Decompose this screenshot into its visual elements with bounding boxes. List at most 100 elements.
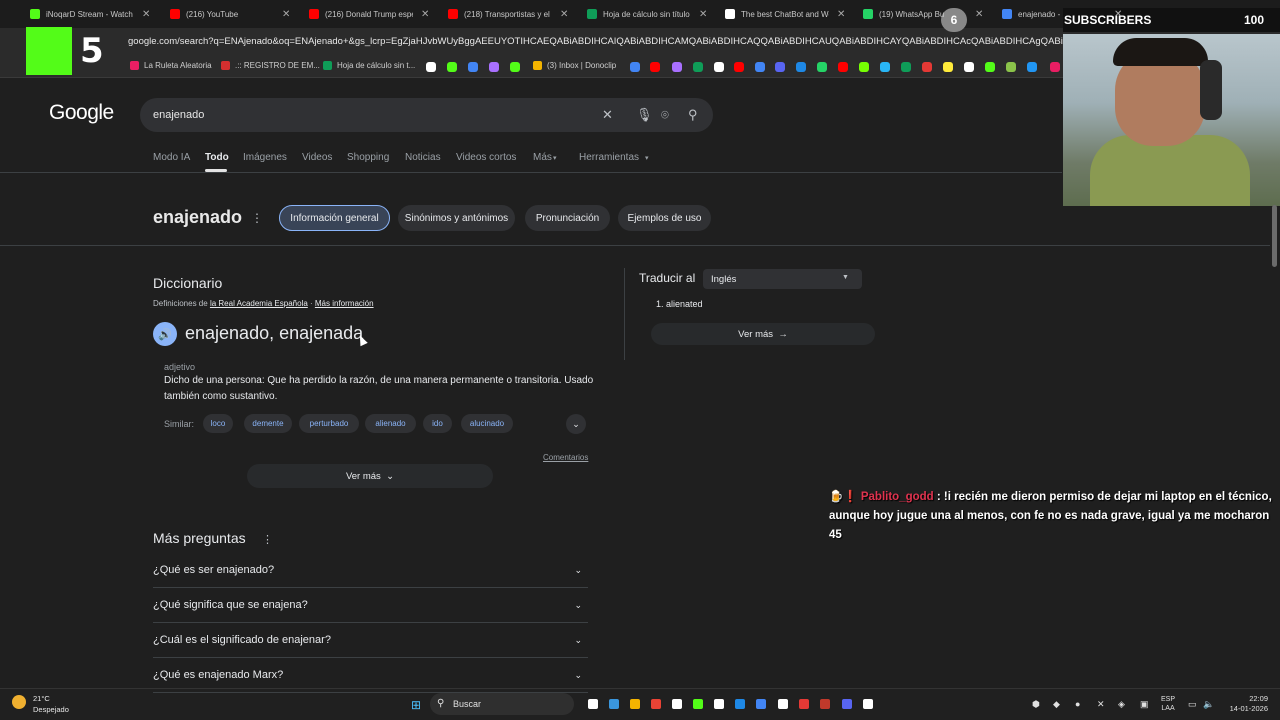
network-icon[interactable]: ▭ bbox=[1188, 699, 1197, 710]
more-options-icon[interactable]: ⋮ bbox=[251, 211, 263, 225]
bookmark-icon[interactable] bbox=[447, 62, 457, 72]
chip-2[interactable]: Pronunciación bbox=[525, 205, 610, 231]
taskbar-app-icon[interactable] bbox=[735, 699, 745, 709]
tab-1[interactable]: (216) YouTube ✕ bbox=[170, 3, 290, 25]
bookmark-icon[interactable] bbox=[714, 62, 724, 72]
bookmark-icon[interactable] bbox=[1006, 62, 1016, 72]
tray-icon[interactable]: ◆ bbox=[1053, 699, 1060, 710]
bookmark-icon[interactable] bbox=[489, 62, 499, 72]
taskbar-app-icon[interactable] bbox=[863, 699, 873, 709]
dictionary-see-more-button[interactable]: Ver más ⌄ bbox=[247, 464, 493, 488]
input-language[interactable]: ESP LAA bbox=[1161, 695, 1175, 713]
close-icon[interactable]: ✕ bbox=[560, 9, 568, 20]
volume-icon[interactable]: 🔈 bbox=[1203, 699, 1214, 710]
bookmark-icon[interactable] bbox=[755, 62, 765, 72]
clear-icon[interactable]: ✕ bbox=[602, 107, 613, 123]
close-icon[interactable]: ✕ bbox=[699, 9, 707, 20]
similar-word-chip[interactable]: alucinado bbox=[461, 414, 513, 433]
bookmark-icon[interactable] bbox=[650, 62, 660, 72]
nav-tab-8[interactable]: Herramientas bbox=[579, 152, 639, 163]
bookmark-icon[interactable] bbox=[734, 62, 744, 72]
chip-1[interactable]: Sinónimos y antónimos bbox=[398, 205, 515, 231]
lens-icon[interactable]: ⌾ bbox=[661, 107, 669, 123]
bookmark-icon[interactable] bbox=[880, 62, 890, 72]
similar-word-chip[interactable]: perturbado bbox=[299, 414, 359, 433]
similar-word-chip[interactable]: ido bbox=[423, 414, 452, 433]
bookmark-item[interactable]: Hoja de cálculo sin t... bbox=[323, 61, 415, 70]
taskbar-app-icon[interactable] bbox=[609, 699, 619, 709]
chip-3[interactable]: Ejemplos de uso bbox=[618, 205, 711, 231]
translate-see-more-button[interactable]: Ver más → bbox=[651, 323, 875, 345]
tray-icon[interactable]: ⬢ bbox=[1032, 699, 1040, 710]
language-select[interactable]: Inglés bbox=[703, 269, 862, 289]
question-row[interactable]: ¿Qué significa que se enajena? ⌄ bbox=[153, 588, 588, 623]
tray-icon[interactable]: ◈ bbox=[1118, 699, 1125, 710]
bookmark-icon[interactable] bbox=[1050, 62, 1060, 72]
bookmark-item[interactable]: .:: REGISTRO DE EM... bbox=[221, 61, 320, 70]
taskbar-app-icon[interactable] bbox=[842, 699, 852, 709]
tab-6[interactable]: (19) WhatsApp Bu ✕ bbox=[863, 3, 983, 25]
nav-tab-1[interactable]: Todo bbox=[205, 152, 229, 163]
taskbar-app-icon[interactable] bbox=[651, 699, 661, 709]
tab-5[interactable]: The best ChatBot and Wo ✕ bbox=[725, 3, 845, 25]
nav-tab-5[interactable]: Noticias bbox=[405, 152, 441, 163]
tray-icon[interactable]: ✕ bbox=[1097, 699, 1105, 710]
bookmark-icon[interactable] bbox=[775, 62, 785, 72]
bookmark-icon[interactable] bbox=[693, 62, 703, 72]
taskbar-app-icon[interactable] bbox=[714, 699, 724, 709]
bookmark-icon[interactable] bbox=[426, 62, 436, 72]
bookmark-icon[interactable] bbox=[796, 62, 806, 72]
bookmark-item[interactable]: (3) Inbox | Donoclip bbox=[533, 61, 616, 70]
similar-word-chip[interactable]: loco bbox=[203, 414, 233, 433]
close-icon[interactable]: ✕ bbox=[975, 9, 983, 20]
more-options-icon[interactable]: ⋮ bbox=[262, 533, 273, 546]
nav-tab-3[interactable]: Videos bbox=[302, 152, 332, 163]
search-icon[interactable]: ⚲ bbox=[688, 107, 698, 123]
tab-0[interactable]: iNoqarD Stream - Watch L ✕ bbox=[30, 3, 150, 25]
clock[interactable]: 22:09 14-01-2026 bbox=[1224, 694, 1268, 714]
bookmark-icon[interactable] bbox=[672, 62, 682, 72]
bookmark-icon[interactable] bbox=[510, 62, 520, 72]
bookmark-icon[interactable] bbox=[985, 62, 995, 72]
nav-tab-2[interactable]: Imágenes bbox=[243, 152, 287, 163]
close-icon[interactable]: ✕ bbox=[1114, 9, 1122, 20]
microphone-icon[interactable]: 🎙 bbox=[636, 107, 653, 123]
windows-start-icon[interactable]: ⊞ bbox=[411, 698, 421, 712]
rae-link[interactable]: la Real Academia Española bbox=[210, 299, 308, 308]
tray-icon[interactable]: ▣ bbox=[1140, 699, 1149, 710]
bookmark-icon[interactable] bbox=[630, 62, 640, 72]
nav-tab-6[interactable]: Videos cortos bbox=[456, 152, 516, 163]
speaker-icon[interactable]: 🔊 bbox=[153, 322, 177, 346]
weather-temp[interactable]: 21°C bbox=[33, 694, 50, 703]
close-icon[interactable]: ✕ bbox=[421, 9, 429, 20]
bookmark-icon[interactable] bbox=[1027, 62, 1037, 72]
close-icon[interactable]: ✕ bbox=[142, 9, 150, 20]
similar-word-chip[interactable]: alienado bbox=[365, 414, 416, 433]
taskbar-app-icon[interactable] bbox=[756, 699, 766, 709]
nav-tab-0[interactable]: Modo IA bbox=[153, 152, 190, 163]
search-input[interactable]: enajenado bbox=[153, 109, 204, 121]
question-row[interactable]: ¿Cuál es el significado de enajenar? ⌄ bbox=[153, 623, 588, 658]
close-icon[interactable]: ✕ bbox=[837, 9, 845, 20]
bookmark-icon[interactable] bbox=[943, 62, 953, 72]
taskbar-app-icon[interactable] bbox=[588, 699, 598, 709]
expand-similar-icon[interactable]: ⌄ bbox=[566, 414, 586, 434]
question-row[interactable]: ¿Qué es enajenado Marx? ⌄ bbox=[153, 658, 588, 693]
scrollbar[interactable] bbox=[1272, 205, 1277, 267]
question-row[interactable]: ¿Qué es ser enajenado? ⌄ bbox=[153, 553, 588, 588]
taskbar-search[interactable] bbox=[430, 693, 574, 715]
bookmark-icon[interactable] bbox=[859, 62, 869, 72]
taskbar-app-icon[interactable] bbox=[820, 699, 830, 709]
taskbar-app-icon[interactable] bbox=[778, 699, 788, 709]
similar-word-chip[interactable]: demente bbox=[244, 414, 292, 433]
tab-7[interactable]: enajenado - ✕ bbox=[1002, 3, 1122, 25]
tab-4[interactable]: Hoja de cálculo sin título ✕ bbox=[587, 3, 707, 25]
url-text[interactable]: google.com/search?q=ENAjenado&oq=ENAjena… bbox=[128, 36, 1068, 47]
close-icon[interactable]: ✕ bbox=[282, 9, 290, 20]
taskbar-search-label[interactable]: Buscar bbox=[453, 699, 481, 709]
weather-icon[interactable] bbox=[12, 695, 26, 709]
tab-2[interactable]: (216) Donald Trump espe ✕ bbox=[309, 3, 429, 25]
taskbar-app-icon[interactable] bbox=[693, 699, 703, 709]
taskbar-app-icon[interactable] bbox=[630, 699, 640, 709]
bookmark-icon[interactable] bbox=[922, 62, 932, 72]
